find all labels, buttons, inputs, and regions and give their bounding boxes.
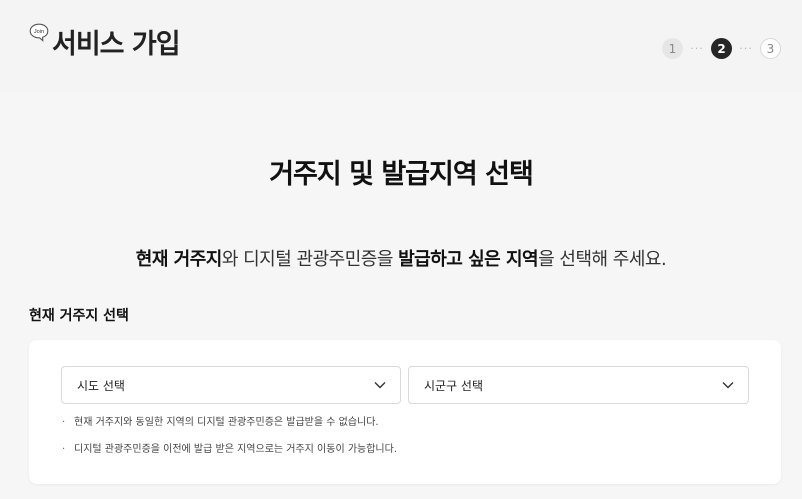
- join-icon: Join: [29, 23, 49, 42]
- sido-select-value: 시도 선택: [77, 378, 125, 393]
- step-indicator: 1 ··· 2 ··· 3: [662, 38, 781, 59]
- sigungu-select-value: 시군구 선택: [424, 378, 484, 393]
- notice-text: 현재 거주지와 동일한 지역의 디지털 관광주민증은 발급받을 수 없습니다.: [74, 417, 379, 428]
- notice-text: 디지털 관광주민증을 이전에 발급 받은 지역으로는 거주지 이동이 가능합니다…: [74, 444, 398, 455]
- notice-item: · 현재 거주지와 동일한 지역의 디지털 관광주민증은 발급받을 수 없습니다…: [62, 416, 379, 430]
- step-3: 3: [760, 38, 781, 59]
- join-icon-text: Join: [34, 29, 44, 35]
- instruction-bold-region: 발급하고 싶은 지역: [398, 249, 539, 270]
- chevron-down-icon: [722, 382, 734, 389]
- notice-item: · 디지털 관광주민증을 이전에 발급 받은 지역으로는 거주지 이동이 가능합…: [62, 443, 397, 457]
- residence-section-title: 현재 거주지 선택: [29, 308, 129, 324]
- step-separator: ···: [690, 42, 704, 55]
- chevron-down-icon: [374, 382, 386, 389]
- instruction-bold-residence: 현재 거주지: [135, 249, 223, 270]
- step-separator: ···: [739, 42, 753, 55]
- instruction-text-part: 을 선택해 주세요.: [538, 249, 667, 270]
- instruction-text-part: 와 디지털 관광주민증을: [221, 249, 399, 270]
- bullet: ·: [62, 417, 66, 428]
- residence-card: 시도 선택 시군구 선택 · 현재 거주지와 동일한 지역의 디지털 관광주민증…: [29, 340, 781, 484]
- page-title: 서비스 가입: [52, 29, 181, 60]
- instruction-text: 현재 거주지와 디지털 관광주민증을 발급하고 싶은 지역을 선택해 주세요.: [0, 248, 802, 272]
- page-header: Join 서비스 가입 1 ··· 2 ··· 3: [0, 0, 802, 92]
- section-heading: 거주지 및 발급지역 선택: [269, 159, 534, 190]
- sido-select[interactable]: 시도 선택: [61, 366, 401, 404]
- step-2-current: 2: [711, 38, 732, 59]
- sigungu-select[interactable]: 시군구 선택: [408, 366, 749, 404]
- step-1: 1: [662, 38, 683, 59]
- bullet: ·: [62, 444, 66, 455]
